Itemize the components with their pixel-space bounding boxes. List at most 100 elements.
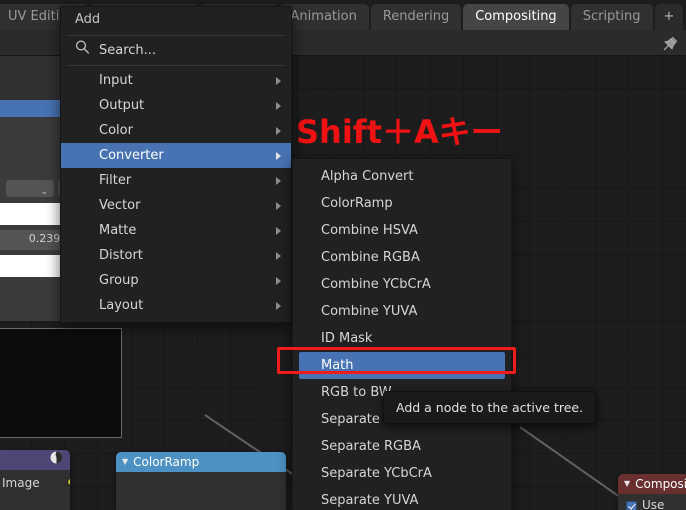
menu-item-input[interactable]: Input <box>61 68 291 93</box>
submenu-item-separate-yuva[interactable]: Separate YUVA <box>293 487 511 510</box>
composite-node-title: Composite <box>635 477 686 491</box>
color-field[interactable] <box>0 255 60 277</box>
submenu-item-label: ColorRamp <box>321 196 393 211</box>
colorramp-node-body <box>116 472 286 510</box>
menu-item-label: Layout <box>99 298 144 313</box>
chevron-right-icon <box>276 201 281 210</box>
image-output-socket[interactable] <box>67 478 70 486</box>
submenu-item-label: RGB to BW <box>321 385 392 400</box>
menu-item-color[interactable]: Color <box>61 118 291 143</box>
backdrop-preview <box>0 328 122 438</box>
menu-item-label: Group <box>99 273 139 288</box>
submenu-item-math[interactable]: Math <box>299 352 505 379</box>
composite-node-header[interactable]: ▼ Composite <box>618 474 686 494</box>
menu-item-output[interactable]: Output <box>61 93 291 118</box>
menu-item-label: Filter <box>99 173 132 188</box>
chevron-right-icon <box>276 151 281 160</box>
submenu-item-label: Alpha Convert <box>321 169 414 184</box>
add-menu[interactable]: Add Search... Input Output Color Convert… <box>60 6 292 323</box>
search-icon <box>75 38 90 63</box>
menu-item-vector[interactable]: Vector <box>61 193 291 218</box>
menu-item-label: Distort <box>99 248 143 263</box>
menu-item-distort[interactable]: Distort <box>61 243 291 268</box>
submenu-item-alpha-convert[interactable]: Alpha Convert <box>293 163 511 190</box>
menu-item-label: Color <box>99 123 133 138</box>
submenu-item-combine-rgba[interactable]: Combine RGBA <box>293 244 511 271</box>
tooltip: Add a node to the active tree. <box>383 391 597 424</box>
colorramp-node[interactable]: ▼ ColorRamp <box>116 452 286 510</box>
submenu-item-label: ID Mask <box>321 331 373 346</box>
image-node[interactable]: Image <box>0 450 70 510</box>
submenu-item-label: Separate RGBA <box>321 439 421 454</box>
submenu-item-label: Combine RGBA <box>321 250 420 265</box>
submenu-item-separate-ycbcra[interactable]: Separate YCbCrA <box>293 460 511 487</box>
submenu-item-label: Combine YCbCrA <box>321 277 431 292</box>
image-node-body: Image <box>0 470 70 510</box>
pushpin-icon[interactable] <box>660 34 680 54</box>
add-workspace-label: + <box>663 9 675 24</box>
workspace-tab-label: Compositing <box>475 9 557 24</box>
sidebar-dropdown-small[interactable]: ⌄ <box>6 180 54 197</box>
workspace-tab-label: Rendering <box>382 9 450 24</box>
menu-item-label: Search... <box>99 43 157 58</box>
chevron-right-icon <box>276 301 281 310</box>
workspace-tab-label: Scripting <box>582 9 641 24</box>
menu-item-label: Vector <box>99 198 141 213</box>
menu-item-filter[interactable]: Filter <box>61 168 291 193</box>
submenu-item-combine-ycbcra[interactable]: Combine YCbCrA <box>293 271 511 298</box>
node-link <box>519 426 627 502</box>
tooltip-text: Add a node to the active tree. <box>396 400 584 415</box>
submenu-item-combine-hsva[interactable]: Combine HSVA <box>293 217 511 244</box>
workspace-tab-compositing[interactable]: Compositing <box>463 4 569 30</box>
composite-node[interactable]: ▼ Composite Use Alpha <box>618 474 686 510</box>
image-node-output-label: Image <box>2 476 40 490</box>
menu-item-label: Input <box>99 73 133 88</box>
image-node-header[interactable] <box>0 450 70 470</box>
blender-window: UV Editing Texture Paint Shading Animati… <box>0 0 686 510</box>
use-alpha-label: Use Alpha <box>642 498 665 510</box>
menu-item-label: Output <box>99 98 145 113</box>
node-preview-icon <box>50 450 63 470</box>
menu-item-label: Matte <box>99 223 137 238</box>
chevron-right-icon <box>276 251 281 260</box>
add-workspace-button[interactable]: + <box>654 4 684 30</box>
workspace-tab-scripting[interactable]: Scripting <box>570 4 653 30</box>
colorramp-node-title: ColorRamp <box>133 455 200 469</box>
triangle-down-icon[interactable]: ▼ <box>122 452 128 472</box>
position-value: 0.239 <box>28 232 61 245</box>
shortcut-annotation: Shift＋Aキー <box>296 113 503 151</box>
workspace-tab-rendering[interactable]: Rendering <box>370 4 462 30</box>
submenu-item-label: Combine YUVA <box>321 304 418 319</box>
menu-item-matte[interactable]: Matte <box>61 218 291 243</box>
submenu-item-combine-yuva[interactable]: Combine YUVA <box>293 298 511 325</box>
workspace-tab-animation[interactable]: Animation <box>278 4 369 30</box>
chevron-right-icon <box>276 176 281 185</box>
submenu-item-label: Math <box>321 358 354 373</box>
submenu-item-colorramp[interactable]: ColorRamp <box>293 190 511 217</box>
chevron-down-icon: ⌄ <box>40 187 48 197</box>
submenu-item-separate-rgba[interactable]: Separate RGBA <box>293 433 511 460</box>
menu-item-label: Converter <box>99 148 164 163</box>
composite-node-body: Use Alpha <box>618 494 686 510</box>
colorramp-node-header[interactable]: ▼ ColorRamp <box>116 452 286 472</box>
triangle-down-icon[interactable]: ▼ <box>624 474 630 494</box>
converter-submenu[interactable]: Alpha Convert ColorRamp Combine HSVA Com… <box>292 158 512 510</box>
chevron-right-icon <box>276 101 281 110</box>
menu-item-converter[interactable]: Converter <box>61 143 291 168</box>
menu-item-group[interactable]: Group <box>61 268 291 293</box>
submenu-item-label: Combine HSVA <box>321 223 418 238</box>
chevron-right-icon <box>276 226 281 235</box>
submenu-item-id-mask[interactable]: ID Mask <box>293 325 511 352</box>
use-alpha-checkbox[interactable] <box>626 501 637 510</box>
workspace-tab-label: Animation <box>290 9 357 24</box>
menu-item-layout[interactable]: Layout <box>61 293 291 318</box>
add-menu-title: Add <box>75 12 101 27</box>
menu-item-search[interactable]: Search... <box>61 38 291 63</box>
submenu-item-label: Separate YCbCrA <box>321 466 432 481</box>
chevron-right-icon <box>276 126 281 135</box>
menu-divider <box>67 35 285 36</box>
color-ramp-strip[interactable] <box>0 203 60 225</box>
chevron-right-icon <box>276 276 281 285</box>
chevron-right-icon <box>276 76 281 85</box>
submenu-item-label: Separate YUVA <box>321 493 419 508</box>
